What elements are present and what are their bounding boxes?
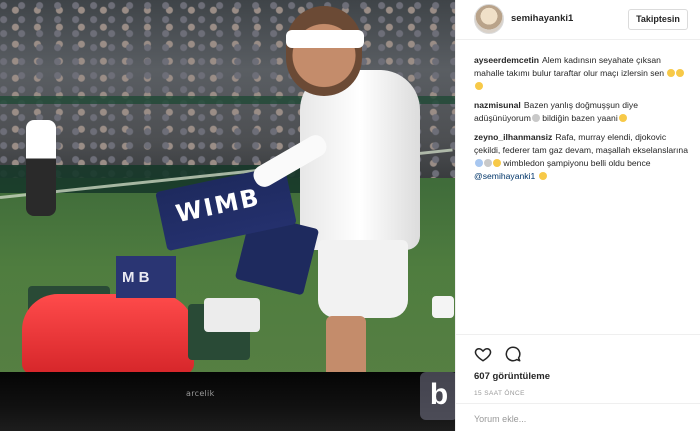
comment-username[interactable]: zeyno_ilhanmansiz	[474, 132, 552, 142]
player-head	[286, 6, 362, 96]
post-username[interactable]: semihayanki1	[511, 13, 573, 24]
tv-bezel	[0, 372, 455, 431]
post-timestamp: 15 SAAT ÖNCE	[474, 390, 525, 397]
towel-box	[204, 298, 260, 332]
avatar[interactable]	[474, 4, 504, 34]
comment-text: wimbledon şampiyonu belli oldu bence	[503, 158, 651, 168]
post-actions: 607 görüntüleme 15 SAAT ÖNCE	[456, 334, 700, 431]
comment-text: bildiğin bazen yaani	[542, 113, 618, 123]
add-comment-row	[456, 403, 700, 431]
heart-eyes-emoji-icon	[493, 159, 501, 167]
line-judge	[26, 120, 56, 216]
player-shorts	[318, 240, 408, 318]
heart-icon[interactable]	[474, 345, 492, 363]
laughing-emoji-icon	[618, 114, 627, 122]
laughing-emoji-icon	[676, 69, 685, 77]
comment-item: zeyno_ilhanmansiz Rafa, murray elendi, dj…	[474, 131, 692, 183]
ball-kid-shoe	[432, 296, 454, 318]
laughing-emoji-icon	[667, 69, 676, 77]
ball-emoji-icon	[484, 159, 492, 167]
player-headband	[286, 30, 364, 48]
comment-username[interactable]: ayseerdemcetin	[474, 55, 539, 65]
post-header: semihayanki1 Takiptesin	[456, 0, 700, 40]
small-towel: M B	[116, 256, 176, 298]
comment-mention[interactable]: @semihayanki1	[474, 171, 535, 181]
post-media[interactable]: M B WIMB arcelik b	[0, 0, 455, 431]
comment-icon[interactable]	[504, 345, 522, 363]
comment-username[interactable]: nazmisunal	[474, 100, 521, 110]
watermark-logo: b	[420, 372, 455, 420]
following-button[interactable]: Takiptesin	[628, 9, 688, 30]
comment-item: ayseerdemcetin Alem kadınsın seyahate çık…	[474, 54, 692, 93]
comment-list: ayseerdemcetin Alem kadınsın seyahate çık…	[474, 54, 692, 189]
tv-brand-logo: arcelik	[186, 389, 215, 398]
praying-emoji-icon	[475, 159, 483, 167]
player-legs	[326, 316, 366, 378]
thinking-emoji-icon	[531, 114, 540, 122]
post-sidebar: semihayanki1 Takiptesin ayseerdemcetin Al…	[455, 0, 700, 431]
player-shirt	[300, 70, 420, 250]
comment-input[interactable]	[474, 412, 684, 426]
view-count[interactable]: 607 görüntüleme	[474, 371, 550, 382]
smile-emoji-icon	[538, 172, 547, 180]
racket-bag	[22, 294, 194, 374]
comment-item: nazmisunal Bazen yanlış doğmuşşun diye ad…	[474, 99, 692, 125]
laughing-emoji-icon	[475, 82, 483, 90]
